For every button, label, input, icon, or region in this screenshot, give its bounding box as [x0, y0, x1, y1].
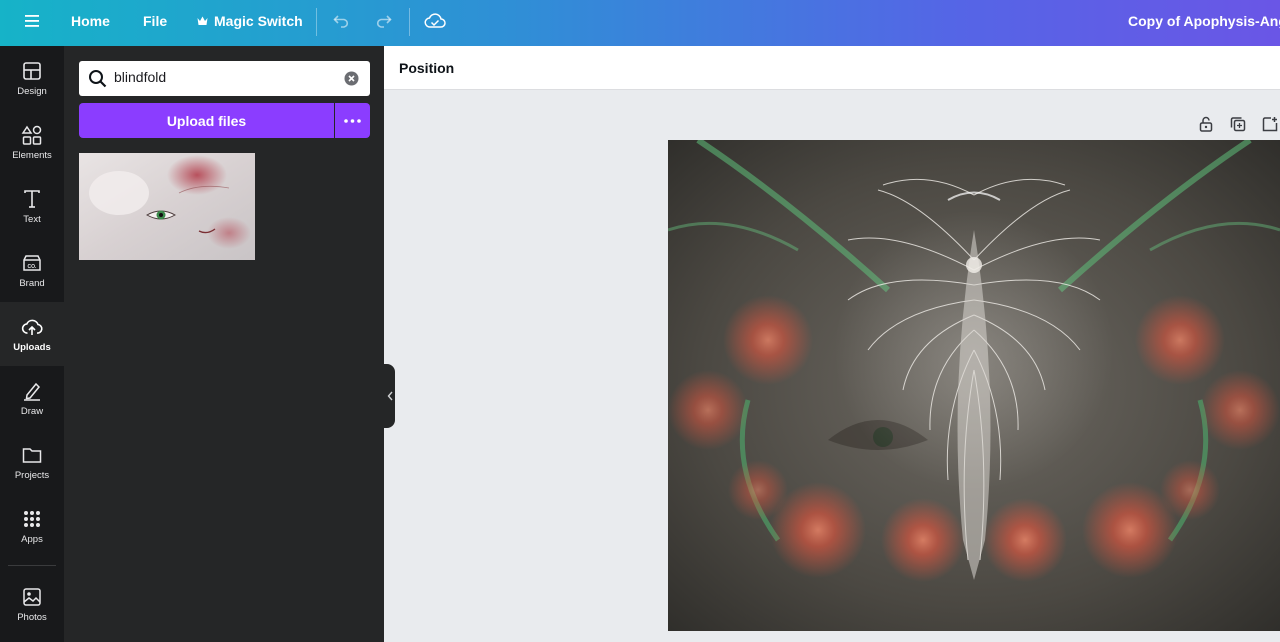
hamburger-icon[interactable] [19, 8, 45, 34]
sidebar-item-label: Brand [19, 277, 45, 289]
blindfold-image [79, 153, 255, 260]
design-artboard[interactable] [668, 140, 1280, 631]
photo-icon [23, 587, 41, 606]
search-input[interactable] [114, 69, 334, 85]
search-box [79, 61, 370, 96]
sidebar-item-elements[interactable]: Elements [0, 110, 64, 174]
sidebar-item-label: Uploads [13, 341, 51, 353]
top-bar: Home File Magic Switch Copy of Apophysis… [0, 0, 1280, 46]
sidebar-item-label: Elements [12, 149, 52, 161]
position-button[interactable]: Position [399, 60, 454, 76]
clear-search-icon[interactable] [344, 71, 359, 86]
lock-icon[interactable] [1196, 114, 1216, 134]
sidebar-item-projects[interactable]: Projects [0, 430, 64, 494]
toolbar-divider [409, 8, 410, 36]
add-page-icon[interactable] [1260, 114, 1280, 134]
sidebar-item-apps[interactable]: Apps [0, 494, 64, 558]
sidebar-item-brand[interactable]: CO. Brand [0, 238, 64, 302]
chevron-left-icon [387, 391, 393, 401]
left-sidebar: Design Elements Text CO. Brand Uploads D… [0, 46, 64, 642]
file-menu-button[interactable]: File [143, 0, 167, 42]
duplicate-icon[interactable] [1228, 114, 1248, 134]
apophysis-angel-image [668, 140, 1280, 631]
upload-cloud-icon [21, 319, 43, 335]
sidebar-item-photos[interactable]: Photos [0, 572, 64, 636]
sidebar-item-label: Apps [21, 533, 43, 545]
magic-switch-label: Magic Switch [214, 13, 303, 29]
magic-switch-button[interactable]: Magic Switch [197, 0, 303, 42]
folder-icon [22, 447, 42, 463]
search-icon [88, 69, 107, 88]
design-icon [23, 61, 41, 80]
document-title[interactable]: Copy of Apophysis-Angel [1128, 0, 1280, 42]
sidebar-item-label: Photos [17, 611, 47, 623]
upload-files-button[interactable]: Upload files [79, 103, 334, 138]
sidebar-item-text[interactable]: Text [0, 174, 64, 238]
sidebar-item-label: Draw [20, 405, 44, 417]
elements-icon [21, 125, 42, 145]
sidebar-item-label: Projects [14, 469, 50, 481]
sidebar-item-draw[interactable]: Draw [0, 366, 64, 430]
redo-icon[interactable] [370, 8, 396, 34]
collapse-panel-button[interactable] [384, 364, 395, 428]
brand-icon: CO. [23, 254, 41, 271]
more-dots-icon [344, 118, 361, 123]
svg-text:CO.: CO. [28, 264, 38, 270]
sidebar-divider [8, 565, 56, 566]
sidebar-item-design[interactable]: Design [0, 46, 64, 110]
apps-grid-icon [24, 510, 40, 527]
sidebar-item-uploads[interactable]: Uploads [0, 302, 64, 366]
crown-icon [197, 16, 208, 26]
draw-icon [24, 382, 41, 401]
toolbar-divider [316, 8, 317, 36]
text-icon [24, 189, 40, 208]
undo-icon[interactable] [329, 8, 355, 34]
uploads-panel: Upload files [64, 46, 384, 642]
home-button[interactable]: Home [71, 0, 110, 42]
upload-more-options-button[interactable] [335, 103, 370, 138]
uploaded-image-thumbnail[interactable] [79, 153, 255, 260]
sidebar-item-label: Text [23, 213, 41, 225]
cloud-check-icon[interactable] [422, 8, 448, 34]
sidebar-item-label: Design [17, 85, 47, 97]
context-toolbar: Position [384, 46, 1280, 90]
